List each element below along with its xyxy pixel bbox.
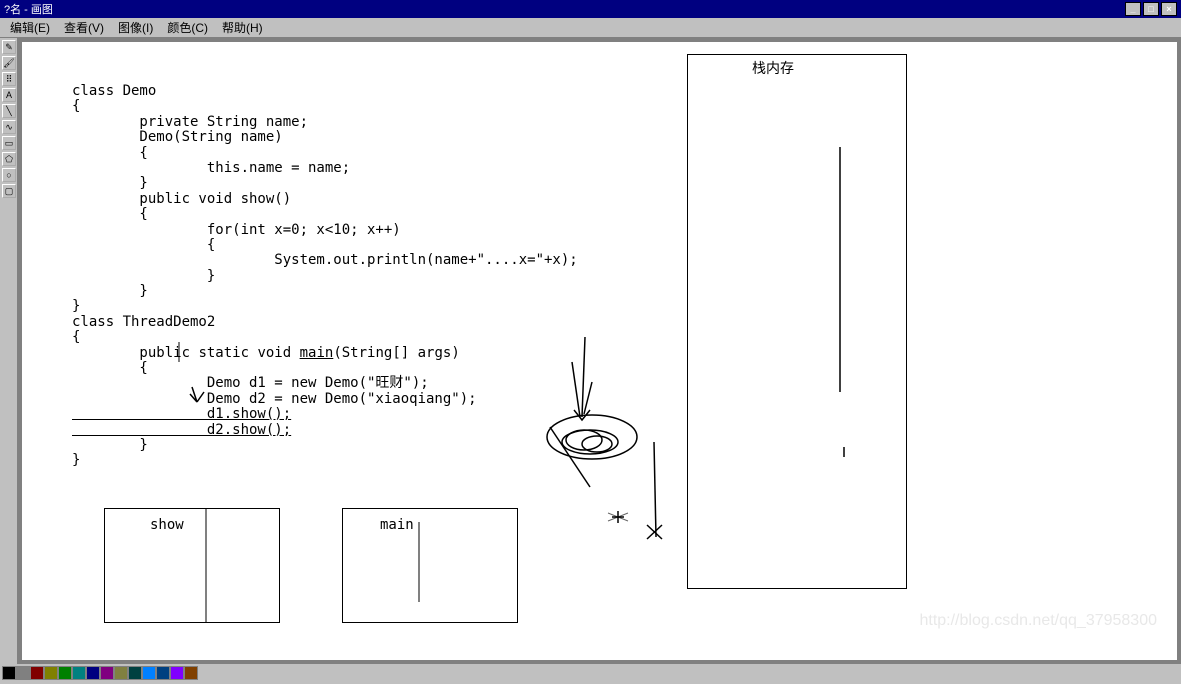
color-maroon[interactable] [30, 666, 44, 680]
stack-memory-box [687, 54, 907, 589]
canvas-wrapper: class Demo { private String name; Demo(S… [18, 38, 1181, 664]
color-blue[interactable] [142, 666, 156, 680]
maximize-button[interactable]: □ [1143, 2, 1159, 16]
tool-polygon-icon[interactable]: ⬠ [2, 152, 16, 166]
drawing-canvas[interactable]: class Demo { private String name; Demo(S… [22, 42, 1177, 660]
title-bar: ?名 - 画图 _ □ × [0, 0, 1181, 18]
show-box-label: show [150, 518, 184, 533]
tool-brush-icon[interactable]: 🖌 [2, 56, 16, 70]
tool-text-icon[interactable]: A [2, 88, 16, 102]
menu-bar: 编辑(E) 查看(V) 图像(I) 颜色(C) 帮助(H) [0, 18, 1181, 38]
tool-pencil-icon[interactable]: ✎ [2, 40, 16, 54]
tool-rect-icon[interactable]: ▭ [2, 136, 16, 150]
main-box-label: main [380, 518, 414, 533]
stack-memory-label: 栈内存 [752, 62, 794, 77]
show-box [104, 508, 280, 623]
tool-panel: ✎ 🖌 ⠿ A ╲ ∿ ▭ ⬠ ○ ▢ [0, 38, 18, 664]
color-palette [0, 664, 200, 684]
color-darkblue[interactable] [156, 666, 170, 680]
window-title: ?名 - 画图 [4, 1, 53, 17]
color-olive2[interactable] [114, 666, 128, 680]
menu-color[interactable]: 颜色(C) [161, 17, 214, 38]
tool-line-icon[interactable]: ╲ [2, 104, 16, 118]
color-green[interactable] [58, 666, 72, 680]
color-purple[interactable] [100, 666, 114, 680]
tool-spray-icon[interactable]: ⠿ [2, 72, 16, 86]
window-controls: _ □ × [1125, 2, 1177, 16]
menu-help[interactable]: 帮助(H) [216, 17, 269, 38]
color-violet[interactable] [170, 666, 184, 680]
color-olive[interactable] [44, 666, 58, 680]
code-text: class Demo { private String name; Demo(S… [72, 84, 578, 469]
tool-curve-icon[interactable]: ∿ [2, 120, 16, 134]
color-brown[interactable] [184, 666, 198, 680]
color-black[interactable] [2, 666, 16, 680]
menu-view[interactable]: 查看(V) [58, 17, 110, 38]
color-darkteal[interactable] [128, 666, 142, 680]
watermark: http://blog.csdn.net/qq_37958300 [919, 612, 1157, 630]
tool-ellipse-icon[interactable]: ○ [2, 168, 16, 182]
main-box [342, 508, 518, 623]
menu-image[interactable]: 图像(I) [112, 17, 159, 38]
color-navy[interactable] [86, 666, 100, 680]
close-button[interactable]: × [1161, 2, 1177, 16]
menu-edit[interactable]: 编辑(E) [4, 17, 56, 38]
main-area: ✎ 🖌 ⠿ A ╲ ∿ ▭ ⬠ ○ ▢ class Demo { private… [0, 38, 1181, 664]
color-teal[interactable] [72, 666, 86, 680]
minimize-button[interactable]: _ [1125, 2, 1141, 16]
tool-rounded-icon[interactable]: ▢ [2, 184, 16, 198]
color-gray[interactable] [16, 666, 30, 680]
